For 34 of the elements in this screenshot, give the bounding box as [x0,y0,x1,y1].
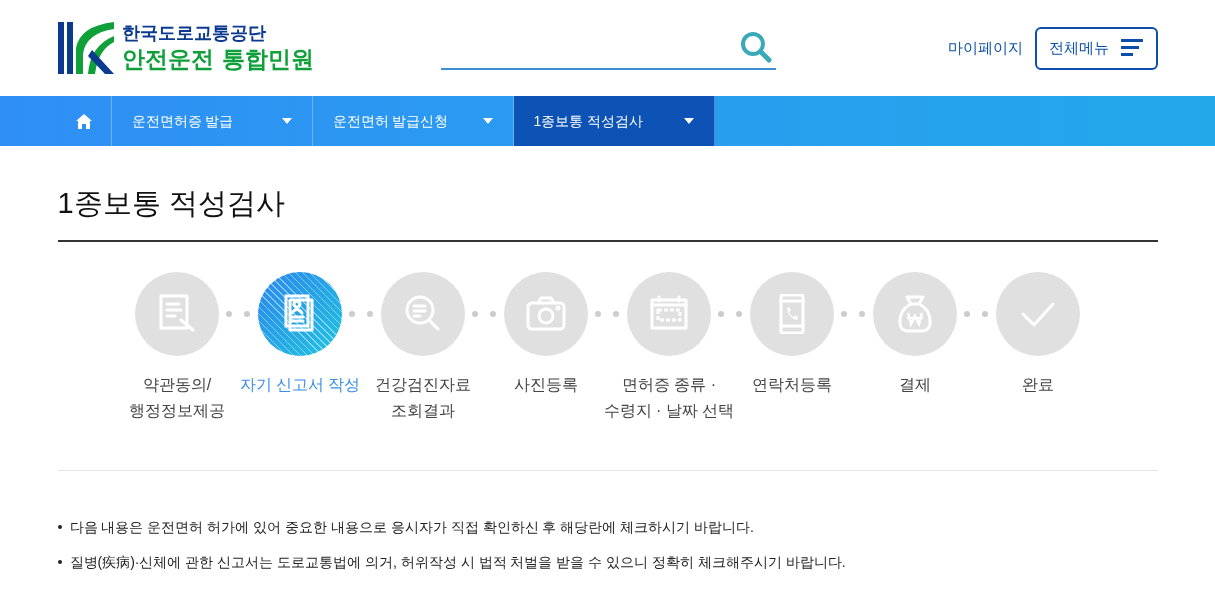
step-label: 약관동의/ 행정정보제공 [129,374,225,421]
step-label: 결제 [899,374,931,395]
menu-icon [1121,39,1143,57]
bullet-icon [57,524,62,529]
service-name: 안전운전 통합민원 [121,44,314,74]
connector-dots-icon [717,310,742,317]
money-bag-icon [895,293,935,334]
step-label: 면허증 종류 · 수령지 · 날짜 선택 [603,374,735,421]
caret-icon [281,118,292,124]
connector-dots-icon [840,310,865,317]
step-label: 완료 [1022,374,1054,395]
connector-dots-icon [348,310,373,317]
step-label: 자기 신고서 작성 [239,374,361,395]
home-icon [76,113,92,129]
step-label: 연락처등록 [752,374,832,395]
connector-dots-icon [471,310,496,317]
logo-icon [57,20,114,76]
connector-dots-icon [963,310,988,317]
step-label: 사진등록 [514,374,578,395]
document-pen-icon [157,293,197,334]
all-menu-button[interactable]: 전체메뉴 [1034,26,1158,70]
search-icon[interactable] [739,31,772,63]
step-label: 건강검진자료 조회결과 [375,374,471,421]
caret-icon [683,118,694,124]
notice-text: 다음 내용은 운전면허 허가에 있어 중요한 내용으로 응시자가 직접 확인하신 후 해당란에 체크하시기 바랍니다. [69,517,754,537]
connector-dots-icon [594,310,619,317]
bullet-icon [57,559,62,564]
connector-dots-icon [225,310,250,317]
nav-tab[interactable]: 1종보통 적성검사 [513,96,715,146]
notice-text: 질병(疾病)·신체에 관한 신고서는 도로교통법에 의거, 허위작성 시 법적 처벌을 받을 수 있으니 정확히 체크해주시기 바랍니다. [69,552,846,572]
my-page-link[interactable]: 마이페이지 [947,36,1023,60]
page-title: 1종보통 적성검사 [57,146,1158,242]
caret-icon [482,118,493,124]
organization-name: 한국도로교통공단 [121,22,267,45]
